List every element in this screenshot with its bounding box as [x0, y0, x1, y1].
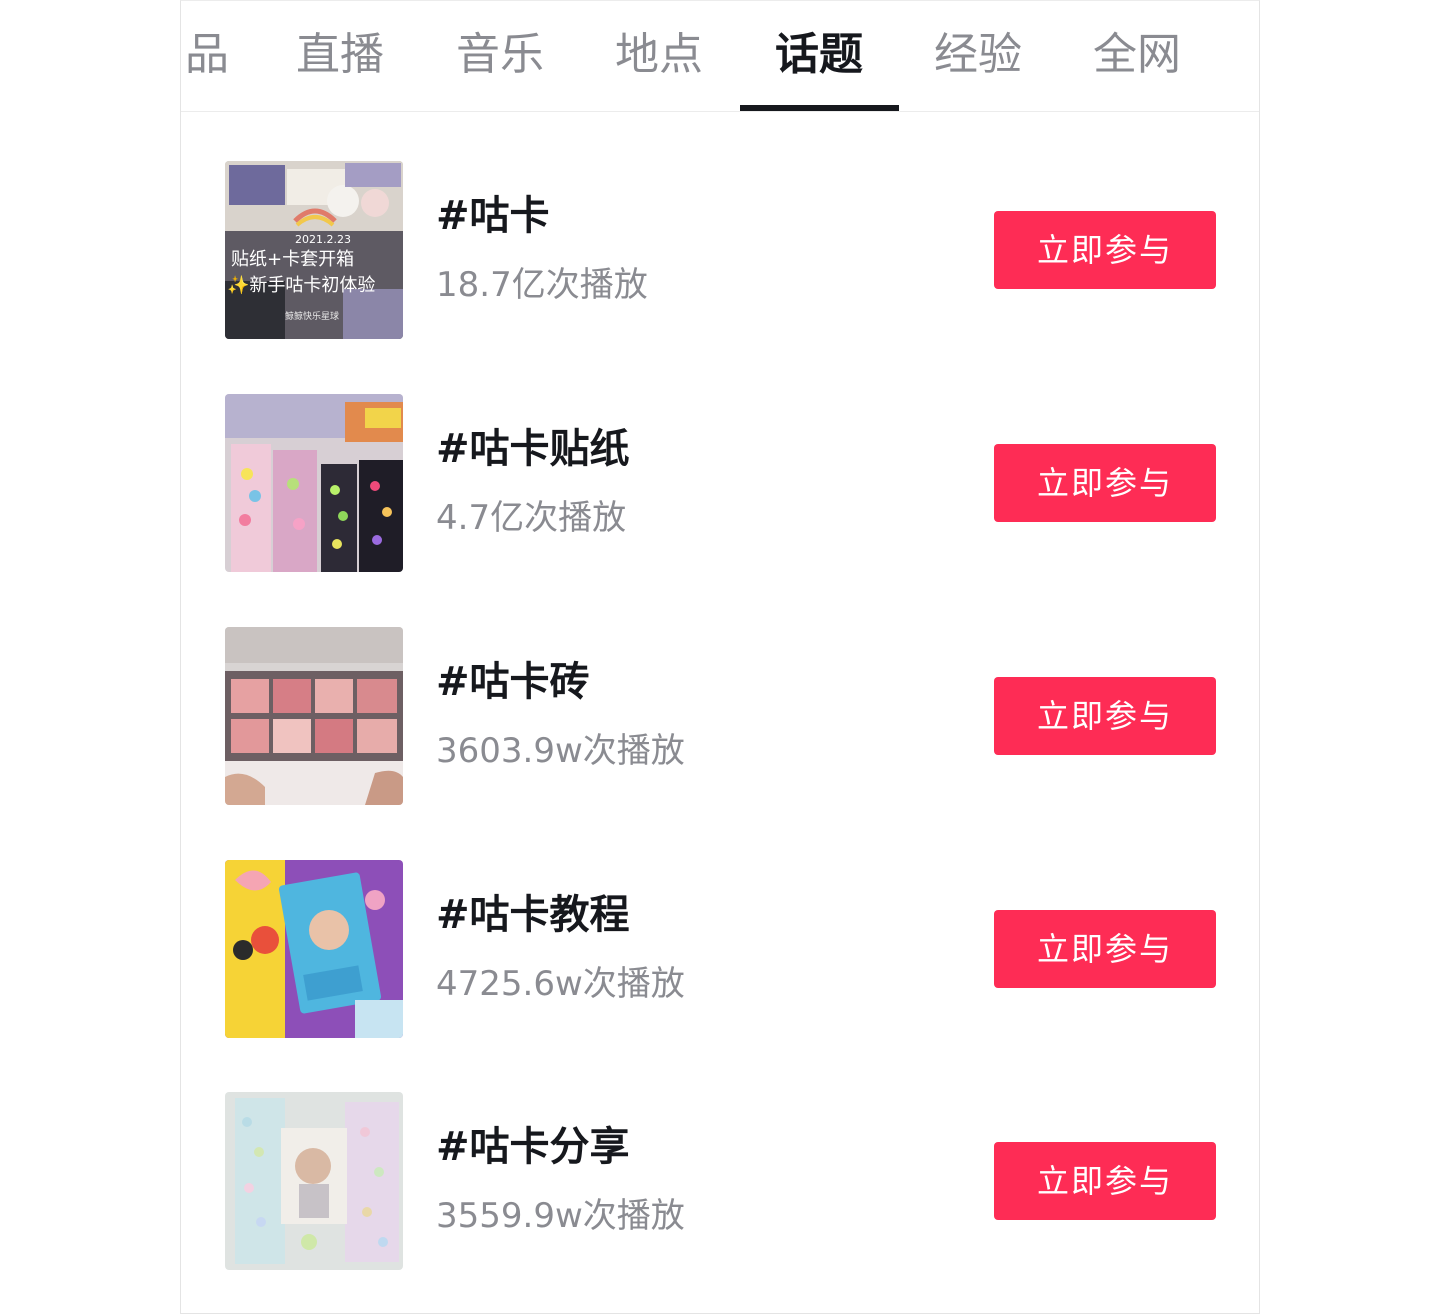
topic-view-count: 3559.9w次播放 [436, 1196, 685, 1236]
topic-view-count: 4725.6w次播放 [436, 964, 685, 1004]
category-tab-bar: 品 直播 音乐 地点 话题 经验 全网 [181, 1, 1259, 112]
thumbnail-image-tutorial [225, 860, 403, 1038]
thumbnail-caption-1: 贴纸+卡套开箱 [231, 249, 354, 270]
thumbnail-caption-2: ✨新手咕卡初体验 [227, 275, 375, 296]
tab-topics[interactable]: 话题 [775, 27, 863, 83]
thumbnail-date: 2021.2.23 [295, 233, 351, 246]
topic-title[interactable]: #咕卡贴纸 [436, 424, 630, 474]
topic-title[interactable]: #咕卡砖 [436, 657, 590, 707]
topic-title[interactable]: #咕卡分享 [436, 1122, 630, 1172]
topic-view-count: 18.7亿次播放 [436, 265, 648, 305]
join-topic-button[interactable]: 立即参与 [994, 211, 1216, 289]
join-topic-button[interactable]: 立即参与 [994, 444, 1216, 522]
thumbnail-image-sticker-sheets [225, 394, 403, 572]
topic-thumbnail[interactable]: 2021.2.23 贴纸+卡套开箱 ✨新手咕卡初体验 鲸鲸快乐星球 [225, 161, 403, 339]
topic-thumbnail[interactable] [225, 1092, 403, 1270]
topic-view-count: 3603.9w次播放 [436, 731, 685, 771]
tab-product[interactable]: 品 [185, 27, 229, 83]
topic-title[interactable]: #咕卡教程 [436, 890, 630, 940]
join-topic-button[interactable]: 立即参与 [994, 1142, 1216, 1220]
tab-experience[interactable]: 经验 [934, 27, 1022, 83]
tab-all-web[interactable]: 全网 [1093, 27, 1181, 83]
topic-thumbnail[interactable] [225, 394, 403, 572]
topic-thumbnail[interactable] [225, 860, 403, 1038]
topic-search-results: 品 直播 音乐 地点 话题 经验 全网 2021.2.23 贴纸+卡套开箱 ✨新… [180, 0, 1260, 1314]
tab-music[interactable]: 音乐 [456, 27, 544, 83]
topic-view-count: 4.7亿次播放 [436, 498, 627, 538]
topic-row[interactable]: #咕卡分享 3559.9w次播放 立即参与 [181, 1092, 1259, 1270]
topic-row[interactable]: #咕卡砖 3603.9w次播放 立即参与 [181, 627, 1259, 805]
active-tab-indicator [740, 105, 899, 111]
thumbnail-image-card-brick [225, 627, 403, 805]
tab-live[interactable]: 直播 [296, 27, 384, 83]
topic-row[interactable]: 2021.2.23 贴纸+卡套开箱 ✨新手咕卡初体验 鲸鲸快乐星球 #咕卡 18… [181, 161, 1259, 339]
thumbnail-image-sticker-unboxing: 2021.2.23 贴纸+卡套开箱 ✨新手咕卡初体验 鲸鲸快乐星球 [225, 161, 403, 339]
topic-row[interactable]: #咕卡教程 4725.6w次播放 立即参与 [181, 860, 1259, 1038]
thumbnail-credit: 鲸鲸快乐星球 [285, 310, 339, 322]
topic-thumbnail[interactable] [225, 627, 403, 805]
topic-row[interactable]: #咕卡贴纸 4.7亿次播放 立即参与 [181, 394, 1259, 572]
thumbnail-image-share [225, 1092, 403, 1270]
topic-title[interactable]: #咕卡 [436, 191, 550, 241]
join-topic-button[interactable]: 立即参与 [994, 677, 1216, 755]
join-topic-button[interactable]: 立即参与 [994, 910, 1216, 988]
tab-location[interactable]: 地点 [615, 27, 703, 83]
